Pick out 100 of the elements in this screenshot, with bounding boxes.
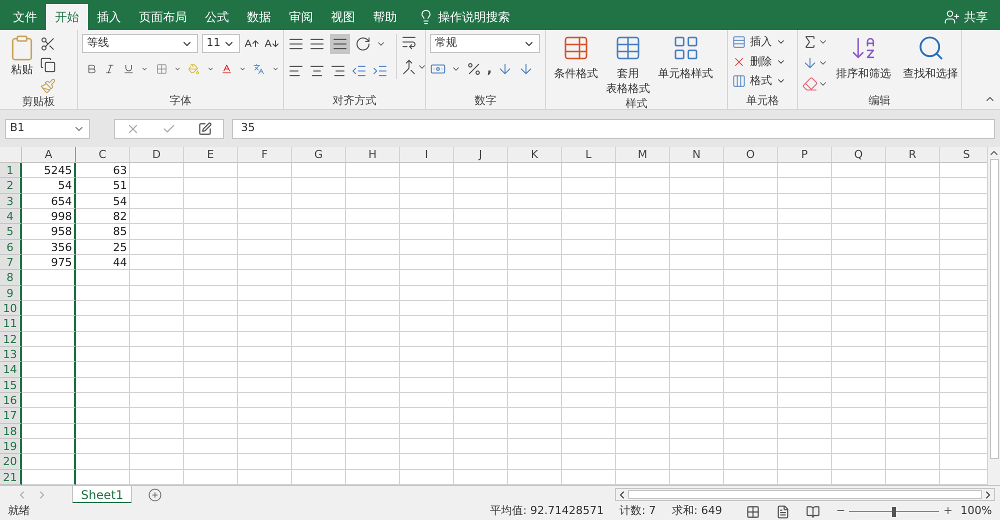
- column-header[interactable]: E: [184, 147, 238, 162]
- column-header[interactable]: J: [454, 147, 508, 162]
- column-header[interactable]: P: [778, 147, 832, 162]
- menu-tab[interactable]: 视图: [322, 4, 364, 30]
- add-sheet-icon[interactable]: [148, 488, 162, 502]
- align-right-icon[interactable]: [330, 63, 346, 79]
- row-header[interactable]: 20: [0, 454, 22, 470]
- style-button[interactable]: 条件格式: [550, 34, 602, 96]
- row-header[interactable]: 4: [0, 208, 22, 224]
- column-header[interactable]: H: [346, 147, 400, 162]
- paste-button[interactable]: 粘贴: [8, 34, 36, 94]
- copy-icon[interactable]: [40, 57, 56, 73]
- horizontal-scrollbar[interactable]: [615, 488, 995, 501]
- column-header[interactable]: O: [724, 147, 778, 162]
- scrollbar-thumb[interactable]: [990, 159, 998, 459]
- column-header[interactable]: D: [130, 147, 184, 162]
- column-header[interactable]: I: [400, 147, 454, 162]
- zoom-slider[interactable]: [849, 506, 940, 516]
- align-center-icon[interactable]: [309, 63, 325, 79]
- column-header[interactable]: A: [22, 147, 76, 162]
- column-header[interactable]: L: [562, 147, 616, 162]
- row-header[interactable]: 19: [0, 438, 22, 454]
- font-size-field[interactable]: 11: [202, 34, 240, 53]
- menu-tab[interactable]: 开始: [46, 4, 88, 30]
- row-header[interactable]: 8: [0, 270, 22, 286]
- search-icon[interactable]: [916, 34, 944, 62]
- menu-tab[interactable]: 审阅: [280, 4, 322, 30]
- scissors-icon[interactable]: [40, 36, 56, 52]
- row-header[interactable]: 3: [0, 194, 22, 209]
- row-header[interactable]: 5: [0, 224, 22, 240]
- zoom-in-button[interactable]: +: [943, 503, 953, 520]
- row-header[interactable]: 11: [0, 316, 22, 332]
- column-header[interactable]: R: [886, 147, 940, 162]
- find-select-button[interactable]: 查找和选择: [899, 34, 962, 92]
- grid-icon[interactable]: [672, 34, 700, 62]
- cells-menu-button[interactable]: 格式: [732, 73, 786, 90]
- table-rows-icon[interactable]: [732, 74, 746, 88]
- column-header[interactable]: N: [670, 147, 724, 162]
- insert-function-icon[interactable]: [198, 122, 212, 136]
- table-icon[interactable]: [614, 34, 642, 62]
- formula-field[interactable]: 35: [232, 118, 995, 138]
- row-header[interactable]: 15: [0, 378, 22, 393]
- sort-filter-button[interactable]: 排序和筛选: [832, 34, 895, 92]
- align-left-icon[interactable]: [288, 63, 304, 79]
- zoom-out-button[interactable]: −: [836, 503, 846, 520]
- share-button[interactable]: 共享: [964, 8, 988, 26]
- number-format-field[interactable]: 常规: [430, 34, 540, 53]
- column-header[interactable]: C: [76, 147, 130, 162]
- menu-tab[interactable]: 插入: [88, 4, 130, 30]
- indent-increase-icon[interactable]: [372, 63, 388, 79]
- row-header[interactable]: 2: [0, 178, 22, 194]
- row-header[interactable]: 17: [0, 408, 22, 424]
- normal-view-icon[interactable]: [746, 504, 760, 518]
- vertical-scrollbar[interactable]: [987, 147, 1000, 485]
- row-header[interactable]: 7: [0, 254, 22, 270]
- wrap-text-icon[interactable]: [401, 34, 417, 50]
- font-name-field[interactable]: 等线: [82, 34, 198, 53]
- menu-tab[interactable]: 页面布局: [130, 4, 196, 30]
- column-header[interactable]: K: [508, 147, 562, 162]
- sheet-tab[interactable]: Sheet1: [72, 486, 132, 504]
- align-middle-icon[interactable]: [309, 36, 325, 52]
- comma-button[interactable]: ,: [487, 62, 492, 76]
- column-header[interactable]: Q: [832, 147, 886, 162]
- page-break-icon[interactable]: [806, 504, 820, 518]
- name-box[interactable]: B1: [5, 118, 90, 138]
- row-header[interactable]: 14: [0, 362, 22, 378]
- row-header[interactable]: 1: [0, 163, 22, 178]
- percent-icon[interactable]: [466, 61, 482, 77]
- row-header[interactable]: 13: [0, 346, 22, 362]
- row-header[interactable]: 6: [0, 240, 22, 255]
- style-button[interactable]: 套用 表格格式: [602, 34, 654, 96]
- row-header[interactable]: 18: [0, 424, 22, 439]
- scrollbar-thumb[interactable]: [628, 490, 982, 499]
- menu-tab[interactable]: 帮助: [364, 4, 406, 30]
- menu-tab[interactable]: 文件: [4, 4, 46, 30]
- align-bottom-icon[interactable]: [330, 34, 350, 54]
- menu-tab[interactable]: 公式: [196, 4, 238, 30]
- eraser-icon[interactable]: [802, 76, 818, 92]
- merge-icon[interactable]: [401, 59, 417, 75]
- zoom-percent[interactable]: 100%: [960, 503, 992, 520]
- column-header[interactable]: F: [238, 147, 292, 162]
- style-button[interactable]: 单元格样式: [654, 34, 717, 96]
- fill-down-icon[interactable]: [802, 55, 818, 71]
- row-header[interactable]: 10: [0, 300, 22, 316]
- align-top-icon[interactable]: [288, 36, 304, 52]
- conditional-format-icon[interactable]: [562, 34, 590, 62]
- cells-menu-button[interactable]: 插入: [732, 34, 786, 50]
- cells-menu-button[interactable]: 删除: [732, 54, 786, 70]
- indent-decrease-icon[interactable]: [351, 63, 367, 79]
- orientation-icon[interactable]: [355, 36, 371, 52]
- menu-tab[interactable]: 数据: [238, 4, 280, 30]
- row-header[interactable]: 12: [0, 332, 22, 347]
- column-header[interactable]: M: [616, 147, 670, 162]
- user-icon[interactable]: [944, 9, 960, 25]
- table-rows-icon[interactable]: [732, 35, 746, 50]
- row-header[interactable]: 9: [0, 286, 22, 301]
- column-header[interactable]: G: [292, 147, 346, 162]
- search-hint[interactable]: 操作说明搜索: [438, 8, 510, 26]
- zoom-thumb[interactable]: [892, 506, 896, 516]
- page-layout-icon[interactable]: [776, 504, 790, 518]
